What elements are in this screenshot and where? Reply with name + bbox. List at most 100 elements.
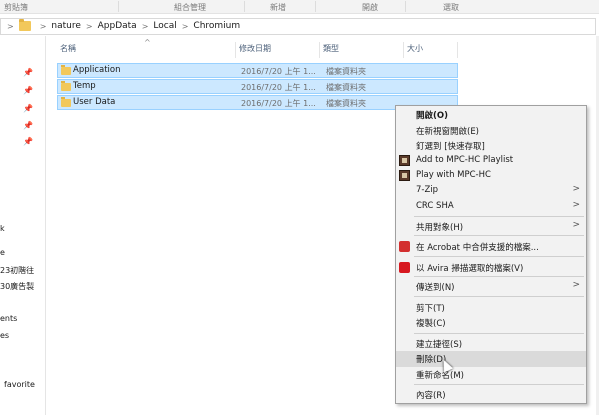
pin-icon[interactable]: 📌 <box>23 137 33 146</box>
folder-icon <box>61 65 71 75</box>
chevron-right-icon[interactable]: > <box>86 22 93 31</box>
menu-item-pin-quick-access[interactable]: 釘選到 [快速存取] <box>396 138 586 154</box>
menu-item-copy[interactable]: 複製(C) <box>396 315 586 331</box>
menu-item-label: 在 Acrobat 中合併支援的檔案... <box>416 243 539 253</box>
navigation-pane: 📌 📌 📌 📌 📌 k e 23初階往 30廣告製 ents es favori… <box>0 36 46 415</box>
menu-item-send-to[interactable]: 傳送到(N) > <box>396 279 586 295</box>
menu-item-open-new-window[interactable]: 在新視窗開啟(E) <box>396 123 586 139</box>
ribbon: 剪貼簿 組合管理 新增 開啟 選取 <box>0 0 599 14</box>
nav-item[interactable]: favorite <box>4 380 35 389</box>
menu-item-label: CRC SHA <box>416 201 454 211</box>
menu-item-label: 內容(R) <box>416 391 446 401</box>
menu-item-properties[interactable]: 內容(R) <box>396 387 586 403</box>
folder-icon <box>18 19 31 31</box>
chevron-right-icon: > <box>572 280 580 290</box>
menu-item-label: 7-Zip <box>416 185 439 195</box>
menu-item-acrobat[interactable]: 在 Acrobat 中合併支援的檔案... <box>396 239 586 255</box>
menu-item-label: 建立捷徑(S) <box>416 340 463 350</box>
acrobat-icon <box>399 241 410 252</box>
nav-item[interactable]: e <box>0 248 5 257</box>
menu-item-label: 傳送到(N) <box>416 283 455 293</box>
menu-item-label: Add to MPC-HC Playlist <box>416 155 514 165</box>
ribbon-group-organize[interactable]: 組合管理 <box>174 2 206 13</box>
nav-divider <box>45 36 46 415</box>
chevron-right-icon: > <box>572 184 580 194</box>
menu-separator <box>414 216 584 217</box>
menu-item-create-shortcut[interactable]: 建立捷徑(S) <box>396 336 586 352</box>
menu-item-crc-sha[interactable]: CRC SHA > <box>396 199 586 215</box>
pin-icon[interactable]: 📌 <box>23 86 33 95</box>
menu-item-label: 釘選到 [快速存取] <box>416 142 485 152</box>
nav-item[interactable]: 30廣告製 <box>0 281 34 292</box>
chevron-right-icon: > <box>572 220 580 230</box>
menu-item-label: 開啟(O) <box>416 111 448 121</box>
pin-icon[interactable]: 📌 <box>23 104 33 113</box>
ribbon-divider <box>405 1 406 12</box>
menu-item-open[interactable]: 開啟(O) <box>396 107 586 123</box>
menu-separator <box>414 296 584 297</box>
mpc-hc-icon <box>399 155 410 166</box>
folder-icon <box>61 97 71 107</box>
menu-item-7zip[interactable]: 7-Zip > <box>396 183 586 199</box>
column-header-date[interactable]: 修改日期 <box>236 42 320 58</box>
ribbon-divider <box>244 1 245 12</box>
nav-item[interactable]: k <box>0 224 5 233</box>
file-row[interactable]: Application 2016/7/20 上午 1... 檔案資料夾 <box>57 63 458 78</box>
menu-separator <box>414 276 584 277</box>
chevron-right-icon[interactable]: > <box>7 22 14 31</box>
chevron-right-icon[interactable]: > <box>40 22 47 31</box>
menu-item-label: 在新視窗開啟(E) <box>416 127 480 137</box>
menu-item-label: 剪下(T) <box>416 304 445 314</box>
menu-item-rename[interactable]: 重新命名(M) <box>396 367 586 383</box>
nav-item[interactable]: 23初階往 <box>0 265 34 276</box>
folder-icon <box>61 81 71 91</box>
file-date: 2016/7/20 上午 1... <box>241 83 316 92</box>
chevron-right-icon: > <box>572 200 580 210</box>
breadcrumb-item[interactable]: Chromium <box>193 21 240 31</box>
context-menu: 開啟(O) 在新視窗開啟(E) 釘選到 [快速存取] Add to MPC-HC… <box>395 105 587 404</box>
menu-item-label: 重新命名(M) <box>416 371 464 381</box>
file-name: Temp <box>73 81 96 91</box>
file-date: 2016/7/20 上午 1... <box>241 99 316 108</box>
ribbon-group-open[interactable]: 開啟 <box>362 2 378 13</box>
address-bar[interactable]: > > nature > AppData > Local > Chromium <box>0 18 596 35</box>
menu-separator <box>414 384 584 385</box>
pin-icon[interactable]: 📌 <box>23 68 33 77</box>
column-header-row: 名稱 修改日期 類型 大小 <box>57 42 458 58</box>
nav-item[interactable]: ents <box>0 314 17 323</box>
file-row[interactable]: Temp 2016/7/20 上午 1... 檔案資料夾 <box>57 79 458 94</box>
menu-separator <box>414 333 584 334</box>
menu-item-label: 複製(C) <box>416 319 446 329</box>
chevron-right-icon[interactable]: > <box>142 22 149 31</box>
pin-icon[interactable]: 📌 <box>23 121 33 130</box>
file-name: Application <box>73 65 121 75</box>
column-header-size[interactable]: 大小 <box>404 42 458 58</box>
file-name: User Data <box>73 97 116 107</box>
file-type: 檔案資料夾 <box>326 83 366 92</box>
menu-separator <box>414 256 584 257</box>
menu-item-share-with[interactable]: 共用對象(H) > <box>396 219 586 235</box>
column-header-name[interactable]: 名稱 <box>57 42 236 58</box>
avira-icon <box>399 262 410 273</box>
file-type: 檔案資料夾 <box>326 99 366 108</box>
ribbon-group-new[interactable]: 新增 <box>270 2 286 13</box>
breadcrumb-item[interactable]: Local <box>153 21 176 31</box>
breadcrumb-item[interactable]: AppData <box>98 21 137 31</box>
menu-item-delete[interactable]: 刪除(D) <box>396 351 586 367</box>
menu-separator <box>414 235 584 236</box>
menu-item-cut[interactable]: 剪下(T) <box>396 300 586 316</box>
menu-item-mpc-add[interactable]: Add to MPC-HC Playlist <box>396 153 586 169</box>
column-header-type[interactable]: 類型 <box>320 42 404 58</box>
ribbon-divider <box>315 1 316 12</box>
ribbon-group-select[interactable]: 選取 <box>443 2 459 13</box>
file-type: 檔案資料夾 <box>326 67 366 76</box>
breadcrumb-item[interactable]: nature <box>51 21 81 31</box>
file-date: 2016/7/20 上午 1... <box>241 67 316 76</box>
mpc-hc-icon <box>399 170 410 181</box>
chevron-right-icon[interactable]: > <box>182 22 189 31</box>
nav-item[interactable]: es <box>0 331 9 340</box>
menu-item-mpc-play[interactable]: Play with MPC-HC <box>396 168 586 184</box>
breadcrumb: > > nature > AppData > Local > Chromium <box>7 19 240 31</box>
ribbon-group-clipboard[interactable]: 剪貼簿 <box>4 2 28 13</box>
menu-item-avira[interactable]: 以 Avira 掃描選取的檔案(V) <box>396 260 586 276</box>
